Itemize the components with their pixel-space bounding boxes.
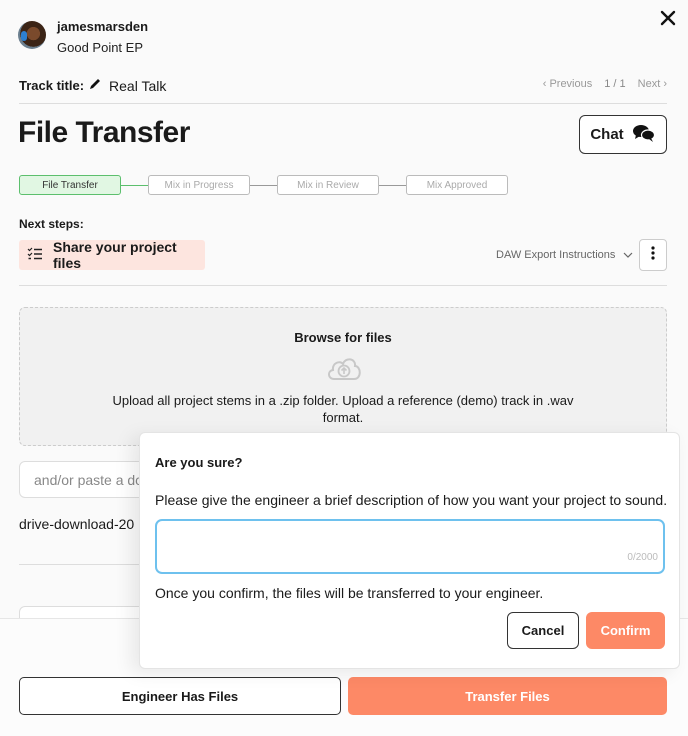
- file-transfer-page: jamesmarsden Good Point EP Track title: …: [0, 0, 688, 736]
- next-steps-label: Next steps:: [19, 217, 84, 231]
- checklist-icon: [27, 247, 43, 264]
- upload-instructions: Upload all project stems in a .zip folde…: [112, 393, 574, 425]
- chevron-down-icon: [623, 249, 633, 261]
- progress-steps: File Transfer Mix in Progress Mix in Rev…: [19, 175, 508, 195]
- chat-button[interactable]: Chat: [579, 115, 667, 154]
- close-icon[interactable]: [658, 8, 678, 28]
- step-connector: [250, 184, 277, 186]
- username: jamesmarsden: [57, 19, 149, 34]
- confirm-button[interactable]: Confirm: [586, 612, 665, 649]
- uploaded-file-name: drive-download-20: [19, 516, 135, 532]
- step-mix-in-progress: Mix in Progress: [148, 175, 250, 195]
- cancel-button[interactable]: Cancel: [507, 612, 579, 649]
- divider: [19, 285, 667, 286]
- next-link[interactable]: Next ›: [638, 78, 667, 90]
- project-name: Good Point EP: [57, 40, 143, 55]
- track-title-label: Track title:: [19, 78, 85, 93]
- track-pager: ‹ Previous 1 / 1 Next ›: [543, 78, 667, 90]
- daw-export-dropdown[interactable]: DAW Export Instructions: [496, 249, 633, 261]
- character-counter: 0/2000: [627, 552, 658, 563]
- engineer-has-files-button[interactable]: Engineer Has Files: [19, 677, 341, 715]
- divider: [19, 103, 667, 104]
- step-file-transfer: File Transfer: [19, 175, 121, 195]
- cloud-upload-icon: [325, 354, 363, 387]
- dialog-title: Are you sure?: [155, 455, 243, 470]
- transfer-files-button[interactable]: Transfer Files: [348, 677, 667, 715]
- kebab-icon: [651, 245, 655, 265]
- chat-bubbles-icon: [632, 123, 656, 147]
- file-dropzone[interactable]: Browse for files Upload all project stem…: [19, 307, 667, 446]
- dialog-prompt: Please give the engineer a brief descrip…: [155, 492, 668, 508]
- track-name: Real Talk: [109, 77, 167, 94]
- page-count: 1 / 1: [604, 78, 626, 90]
- pencil-icon[interactable]: [88, 77, 102, 94]
- step-connector: [121, 184, 148, 186]
- dialog-note: Once you confirm, the files will be tran…: [155, 585, 544, 601]
- page-title: File Transfer: [18, 116, 190, 149]
- browse-files-label: Browse for files: [294, 330, 392, 345]
- paste-link-placeholder: and/or paste a dc: [34, 471, 143, 488]
- avatar: [18, 21, 46, 49]
- next-step-text: Share your project files: [53, 239, 177, 271]
- daw-export-label: DAW Export Instructions: [496, 249, 616, 261]
- chat-label: Chat: [590, 126, 624, 143]
- confirm-dialog: Are you sure? Please give the engineer a…: [139, 432, 680, 669]
- step-mix-approved: Mix Approved: [406, 175, 508, 195]
- previous-link[interactable]: ‹ Previous: [543, 78, 593, 90]
- next-step-item: Share your project files: [19, 239, 205, 271]
- track-title: Track title: Real Talk: [19, 77, 166, 94]
- more-options-button[interactable]: [639, 239, 667, 271]
- step-connector: [379, 184, 406, 186]
- project-description-input[interactable]: [155, 519, 665, 574]
- step-mix-in-review: Mix in Review: [277, 175, 379, 195]
